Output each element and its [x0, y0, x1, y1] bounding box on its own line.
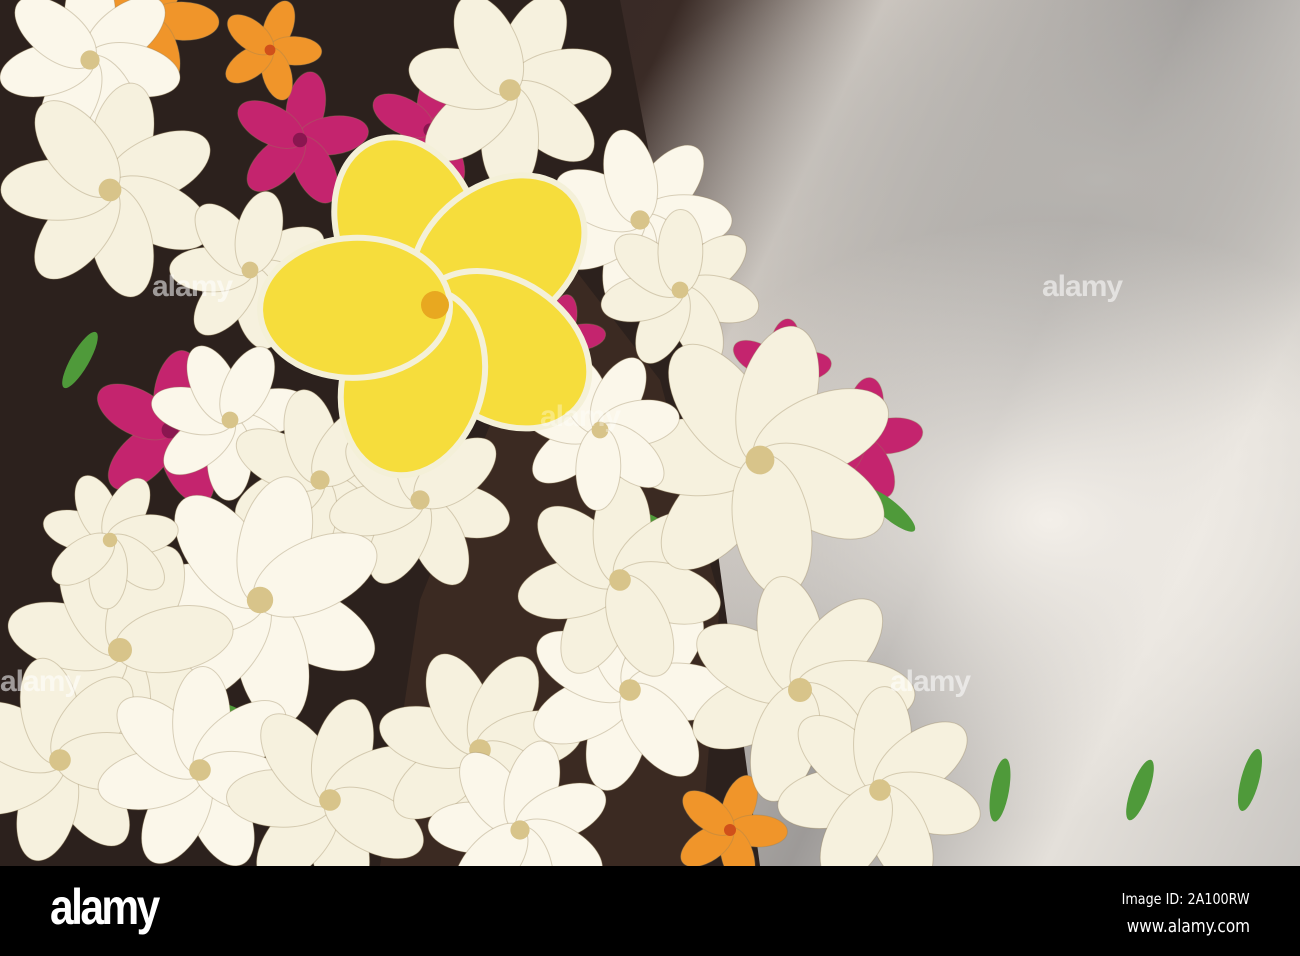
- white-flower-center: [98, 178, 122, 202]
- plumeria-center: [421, 291, 449, 319]
- white-flower-center: [619, 679, 641, 701]
- white-flower-center: [869, 779, 891, 801]
- orange-flower-center: [264, 44, 276, 56]
- white-flower-center: [499, 79, 521, 101]
- white-flower-center: [609, 569, 631, 591]
- white-flower-center: [246, 586, 274, 614]
- white-flower-center: [102, 532, 118, 548]
- white-flower-petal: [657, 209, 704, 295]
- leaf: [1237, 749, 1263, 811]
- white-flower-center: [671, 281, 689, 299]
- lei-flowers-photo: alamy alamy alamy alamy alamy: [0, 0, 1300, 866]
- watermark: alamy: [0, 665, 81, 698]
- site-url[interactable]: www.alamy.com: [1127, 916, 1250, 937]
- white-flower-center: [221, 411, 239, 429]
- watermark: alamy: [540, 400, 621, 433]
- white-flower-center: [630, 210, 650, 230]
- image-id: Image ID: 2A100RW: [1121, 890, 1250, 908]
- watermark: alamy: [890, 665, 971, 698]
- white-flower-center: [788, 678, 812, 702]
- leaf: [1126, 759, 1154, 821]
- white-flower-center: [319, 789, 341, 811]
- footer-bar: alamy Image ID: 2A100RW www.alamy.com: [0, 866, 1300, 956]
- white-flower-center: [189, 759, 211, 781]
- white-flower-center: [410, 490, 430, 510]
- orange-flower-center: [724, 824, 736, 836]
- alamy-logo: alamy: [50, 879, 160, 935]
- white-flower-center: [49, 749, 71, 771]
- white-flower-center: [108, 638, 132, 662]
- leaf: [989, 758, 1011, 822]
- watermark: alamy: [152, 270, 233, 303]
- white-flower-center: [745, 445, 775, 475]
- white-flower-center: [310, 470, 330, 490]
- pink-flower-center: [292, 132, 308, 148]
- white-flower-center: [510, 820, 530, 840]
- watermark: alamy: [1042, 270, 1123, 303]
- white-flower-center: [80, 50, 100, 70]
- white-flower-center: [241, 261, 259, 279]
- flower-garland: [0, 0, 1263, 866]
